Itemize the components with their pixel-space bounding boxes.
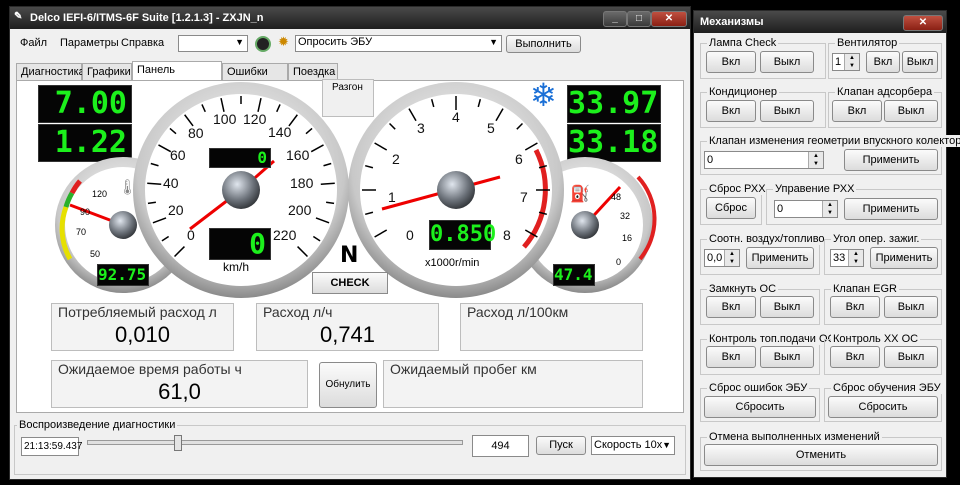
- rxx-stepper[interactable]: 0 ▲ ▼: [774, 200, 838, 218]
- tach-unit: x1000r/min: [425, 257, 479, 269]
- gear-indicator: N: [340, 243, 359, 268]
- speed-tick: 200: [288, 202, 312, 218]
- cancel-changes-button[interactable]: Отменить: [704, 444, 938, 466]
- rxx-apply-button[interactable]: Применить: [844, 198, 938, 220]
- check-lamp-on-button[interactable]: Вкл: [706, 51, 756, 73]
- fuel-tick: 48: [611, 192, 621, 202]
- rpm-lcd: 0.850: [429, 220, 496, 250]
- tach-tick: 4: [452, 109, 460, 125]
- tachometer-gauge: 0 1 2 3 4 5 6 7 8 x1000r/min: [348, 82, 564, 298]
- tach-tick: 8: [503, 227, 511, 243]
- playback-frame: 494: [472, 435, 529, 457]
- speed-tick: 40: [163, 175, 179, 191]
- temperature-lcd: 92.75: [97, 264, 149, 286]
- speed-tick: 220: [273, 227, 297, 243]
- fan-stepper[interactable]: 1 ▲ ▼: [832, 53, 860, 71]
- geometry-apply-button[interactable]: Применить: [844, 149, 938, 171]
- mechanisms-title: Механизмы: [700, 16, 764, 28]
- ac-off-button[interactable]: Выкл: [760, 100, 814, 122]
- reset-button[interactable]: Обнулить: [319, 362, 377, 408]
- chevron-down-icon: ▼: [662, 440, 671, 450]
- fuel-tick: 32: [620, 211, 630, 221]
- mechanisms-titlebar[interactable]: Механизмы ✕: [694, 11, 946, 33]
- adsorber-on-button[interactable]: Вкл: [832, 100, 882, 122]
- per100-box: Расход л/100км: [460, 303, 643, 351]
- fuel-os-on-button[interactable]: Вкл: [706, 346, 756, 368]
- speed-tick: 20: [168, 202, 184, 218]
- tach-tick: 0: [406, 227, 414, 243]
- geometry-stepper[interactable]: 0 ▲ ▼: [704, 151, 824, 169]
- egr-on-button[interactable]: Вкл: [830, 296, 880, 318]
- fuel-tick: 16: [622, 233, 632, 243]
- speedometer-gauge: 0 20 40 60 80 100 120 140 160 180 200 22…: [133, 82, 349, 298]
- fan-off-button[interactable]: Выкл: [902, 51, 938, 73]
- odometer-lcd: 0: [209, 148, 271, 168]
- playback-slider-thumb[interactable]: [173, 435, 182, 451]
- tach-tick: 2: [392, 151, 400, 167]
- spin-arrows-icon: ▲ ▼: [724, 250, 739, 266]
- check-lamp-off-button[interactable]: Выкл: [760, 51, 814, 73]
- tach-tick: 3: [417, 120, 425, 136]
- idle-os-off-button[interactable]: Выкл: [884, 346, 938, 368]
- ignition-stepper[interactable]: 33 ▲ ▼: [830, 249, 864, 267]
- spin-arrows-icon: ▲ ▼: [808, 152, 823, 168]
- temp-tick: 50: [90, 249, 100, 259]
- temp-tick: 70: [76, 227, 86, 237]
- fuel-os-off-button[interactable]: Выкл: [760, 346, 814, 368]
- speed-tick: 180: [290, 175, 314, 191]
- gauge-tick-mark: [320, 182, 335, 186]
- gauge-tick-mark: [147, 182, 162, 186]
- fuel-tick: 0: [616, 257, 621, 267]
- air-fuel-apply-button[interactable]: Применить: [746, 247, 814, 269]
- speed-lcd: 0: [209, 228, 271, 260]
- close-os-off-button[interactable]: Выкл: [760, 296, 814, 318]
- mechanisms-window: Механизмы ✕ Лампа Check Вкл Выкл Вентиля…: [693, 10, 960, 478]
- consumption-box: Потребляемый расход л 0,010: [51, 303, 234, 351]
- speed-tick: 140: [268, 124, 292, 140]
- playback-speed-select[interactable]: Скорость 10х ▼: [591, 436, 675, 455]
- speed-unit: km/h: [223, 260, 249, 274]
- tach-tick: 7: [520, 189, 528, 205]
- speed-tick: 100: [213, 111, 237, 127]
- tach-tick: 6: [515, 151, 523, 167]
- temp-tick: 90: [80, 207, 90, 217]
- temp-tick: 120: [92, 189, 107, 199]
- speed-tick: 120: [243, 111, 267, 127]
- ac-on-button[interactable]: Вкл: [706, 100, 756, 122]
- fuel-pump-icon: ⛽: [570, 184, 590, 203]
- air-fuel-stepper[interactable]: 0,0 ▲ ▼: [704, 249, 740, 267]
- idle-os-on-button[interactable]: Вкл: [830, 346, 880, 368]
- spin-arrows-icon: ▲ ▼: [844, 54, 859, 70]
- playback-track[interactable]: [87, 440, 463, 445]
- playback-time: 21:13:59.437: [21, 437, 82, 456]
- fuel-lcd: 47.4: [553, 264, 595, 286]
- main-window: ✎ Delco IEFI-6/ITMS-6F Suite [1.2.1.3] -…: [9, 6, 691, 480]
- close-button[interactable]: ✕: [903, 15, 943, 31]
- spin-arrows-icon: ▲ ▼: [822, 201, 837, 217]
- speed-tick: 80: [188, 125, 204, 141]
- check-engine-indicator: CHECK: [312, 272, 388, 294]
- reset-errors-button[interactable]: Сбросить: [704, 396, 816, 418]
- runtime-box: Ожидаемое время работы ч 61,0: [51, 360, 308, 408]
- tach-tick: 1: [388, 189, 396, 205]
- tach-tick: 5: [487, 120, 495, 136]
- range-box: Ожидаемый пробег км: [383, 360, 643, 408]
- speed-tick: 160: [286, 147, 310, 163]
- rate-box: Расход л/ч 0,741: [256, 303, 439, 351]
- adsorber-off-button[interactable]: Выкл: [884, 100, 938, 122]
- close-os-on-button[interactable]: Вкл: [706, 296, 756, 318]
- reset-learning-button[interactable]: Сбросить: [828, 396, 938, 418]
- ignition-apply-button[interactable]: Применить: [870, 247, 938, 269]
- egr-off-button[interactable]: Выкл: [884, 296, 938, 318]
- reset-rxx-button[interactable]: Сброс: [706, 197, 756, 219]
- spin-arrows-icon: ▲ ▼: [848, 250, 863, 266]
- fan-on-button[interactable]: Вкл: [866, 51, 900, 73]
- speed-tick: 60: [170, 147, 186, 163]
- start-button[interactable]: Пуск: [536, 436, 586, 455]
